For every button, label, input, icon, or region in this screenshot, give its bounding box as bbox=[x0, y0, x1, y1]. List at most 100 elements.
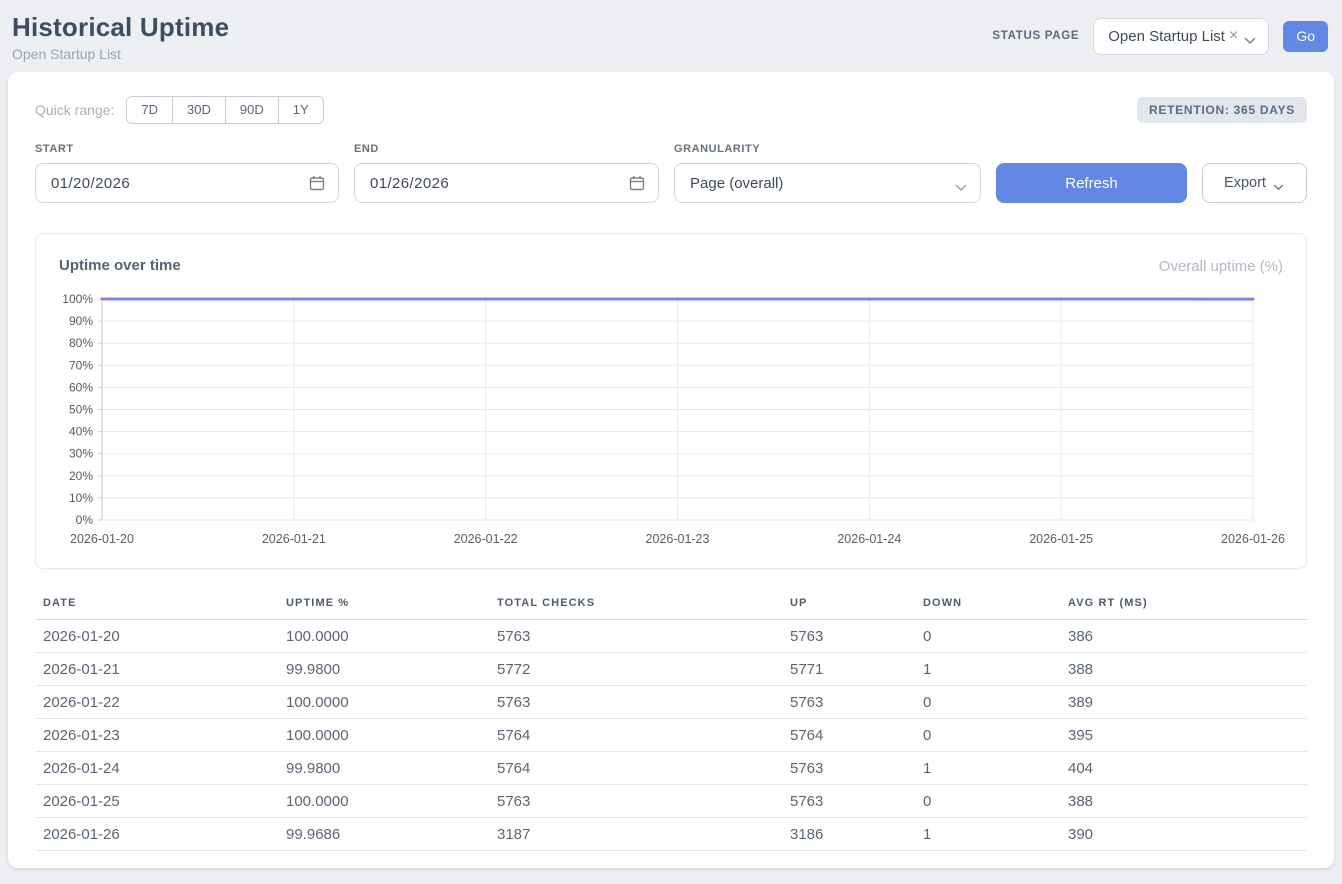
header-right: STATUS PAGE Open Startup List × Go bbox=[992, 18, 1328, 55]
svg-text:100%: 100% bbox=[62, 292, 93, 306]
main-card: Quick range: 7D 30D 90D 1Y RETENTION: 36… bbox=[8, 72, 1334, 868]
table-cell: 386 bbox=[1060, 620, 1307, 653]
chart-title: Uptime over time bbox=[36, 256, 1306, 276]
chart-legend: Overall uptime (%) bbox=[1159, 258, 1283, 275]
retention-badge: RETENTION: 365 DAYS bbox=[1137, 97, 1307, 123]
granularity-selected-value: Page (overall) bbox=[690, 175, 783, 192]
svg-text:10%: 10% bbox=[69, 491, 93, 505]
table-cell: 100.0000 bbox=[278, 620, 489, 653]
go-button[interactable]: Go bbox=[1283, 21, 1328, 52]
export-button-label: Export bbox=[1224, 175, 1266, 191]
svg-text:60%: 60% bbox=[69, 380, 93, 394]
svg-text:2026-01-23: 2026-01-23 bbox=[646, 532, 710, 546]
uptime-table: DATEUPTIME %TOTAL CHECKSUPDOWNAVG RT (MS… bbox=[35, 591, 1307, 851]
granularity-label: GRANULARITY bbox=[674, 143, 981, 155]
table-cell: 389 bbox=[1060, 686, 1307, 719]
table-cell: 0 bbox=[915, 620, 1060, 653]
table-row: 2026-01-2199.9800577257711388 bbox=[35, 653, 1307, 686]
table-cell: 5764 bbox=[489, 752, 782, 785]
granularity-select[interactable]: Page (overall) bbox=[674, 163, 981, 203]
uptime-table-body: 2026-01-20100.00005763576303862026-01-21… bbox=[35, 620, 1307, 851]
table-cell: 390 bbox=[1060, 818, 1307, 851]
table-cell: 5763 bbox=[489, 785, 782, 818]
quick-range-row: Quick range: 7D 30D 90D 1Y RETENTION: 36… bbox=[35, 97, 1307, 123]
table-cell: 3187 bbox=[489, 818, 782, 851]
quick-range-90d-button[interactable]: 90D bbox=[225, 97, 278, 123]
svg-text:70%: 70% bbox=[69, 358, 93, 372]
column-header: UP bbox=[782, 591, 915, 620]
table-cell: 5763 bbox=[489, 686, 782, 719]
clear-selection-icon[interactable]: × bbox=[1229, 28, 1238, 44]
table-cell: 99.9686 bbox=[278, 818, 489, 851]
title-block: Historical Uptime Open Startup List bbox=[12, 10, 229, 62]
table-cell: 5764 bbox=[782, 719, 915, 752]
table-cell: 2026-01-26 bbox=[35, 818, 278, 851]
page-title: Historical Uptime bbox=[12, 12, 229, 43]
table-cell: 388 bbox=[1060, 653, 1307, 686]
start-date-value: 01/20/2026 bbox=[51, 175, 130, 192]
quick-range-30d-button[interactable]: 30D bbox=[172, 97, 225, 123]
refresh-button[interactable]: Refresh bbox=[996, 163, 1187, 203]
svg-text:40%: 40% bbox=[69, 425, 93, 439]
uptime-table-header: DATEUPTIME %TOTAL CHECKSUPDOWNAVG RT (MS… bbox=[35, 591, 1307, 620]
quick-range-1y-button[interactable]: 1Y bbox=[278, 97, 323, 123]
chevron-down-icon bbox=[1244, 32, 1256, 40]
table-row: 2026-01-2499.9800576457631404 bbox=[35, 752, 1307, 785]
table-row: 2026-01-2699.9686318731861390 bbox=[35, 818, 1307, 851]
page-subtitle: Open Startup List bbox=[12, 46, 229, 62]
table-cell: 0 bbox=[915, 719, 1060, 752]
svg-text:20%: 20% bbox=[69, 469, 93, 483]
calendar-icon[interactable] bbox=[629, 175, 645, 191]
table-cell: 5763 bbox=[782, 620, 915, 653]
quick-range-group: 7D 30D 90D 1Y bbox=[126, 96, 323, 124]
table-cell: 2026-01-21 bbox=[35, 653, 278, 686]
start-date-label: START bbox=[35, 143, 339, 155]
uptime-chart-card: Uptime over time Overall uptime (%) 0% 10… bbox=[35, 233, 1307, 569]
table-cell: 5763 bbox=[782, 752, 915, 785]
status-page-select[interactable]: Open Startup List × bbox=[1093, 18, 1269, 55]
table-cell: 388 bbox=[1060, 785, 1307, 818]
end-date-input[interactable]: 01/26/2026 bbox=[354, 163, 659, 203]
column-header: AVG RT (MS) bbox=[1060, 591, 1307, 620]
end-date-value: 01/26/2026 bbox=[370, 175, 449, 192]
table-cell: 1 bbox=[915, 752, 1060, 785]
svg-text:2026-01-24: 2026-01-24 bbox=[837, 532, 901, 546]
table-row: 2026-01-22100.0000576357630389 bbox=[35, 686, 1307, 719]
status-page-selected-value: Open Startup List bbox=[1108, 28, 1225, 45]
export-button[interactable]: Export bbox=[1202, 163, 1307, 203]
table-cell: 100.0000 bbox=[278, 719, 489, 752]
table-cell: 100.0000 bbox=[278, 785, 489, 818]
table-cell: 395 bbox=[1060, 719, 1307, 752]
table-row: 2026-01-20100.0000576357630386 bbox=[35, 620, 1307, 653]
column-header: DATE bbox=[35, 591, 278, 620]
quick-range-label: Quick range: bbox=[35, 102, 114, 118]
table-cell: 0 bbox=[915, 785, 1060, 818]
svg-text:2026-01-25: 2026-01-25 bbox=[1029, 532, 1093, 546]
table-cell: 1 bbox=[915, 818, 1060, 851]
end-date-field: END 01/26/2026 bbox=[354, 143, 659, 203]
quick-range-7d-button[interactable]: 7D bbox=[127, 97, 172, 123]
svg-text:2026-01-26: 2026-01-26 bbox=[1221, 532, 1285, 546]
calendar-icon[interactable] bbox=[309, 175, 325, 191]
chevron-down-icon bbox=[1273, 179, 1285, 187]
top-header: Historical Uptime Open Startup List STAT… bbox=[0, 0, 1342, 72]
svg-text:2026-01-20: 2026-01-20 bbox=[70, 532, 134, 546]
table-cell: 1 bbox=[915, 653, 1060, 686]
start-date-input[interactable]: 01/20/2026 bbox=[35, 163, 339, 203]
table-cell: 3186 bbox=[782, 818, 915, 851]
chart-area: 0%10%20%30%40%50%60%70%80%90%100%2026-01… bbox=[36, 290, 1306, 557]
table-cell: 404 bbox=[1060, 752, 1307, 785]
table-cell: 2026-01-25 bbox=[35, 785, 278, 818]
table-cell: 2026-01-24 bbox=[35, 752, 278, 785]
column-header: UPTIME % bbox=[278, 591, 489, 620]
granularity-field: GRANULARITY Page (overall) bbox=[674, 143, 981, 203]
column-header: TOTAL CHECKS bbox=[489, 591, 782, 620]
uptime-line-chart: 0%10%20%30%40%50%60%70%80%90%100%2026-01… bbox=[36, 290, 1308, 552]
table-cell: 100.0000 bbox=[278, 686, 489, 719]
svg-text:50%: 50% bbox=[69, 403, 93, 417]
svg-text:0%: 0% bbox=[76, 513, 94, 527]
table-cell: 99.9800 bbox=[278, 653, 489, 686]
svg-text:90%: 90% bbox=[69, 314, 93, 328]
table-cell: 5772 bbox=[489, 653, 782, 686]
status-page-label: STATUS PAGE bbox=[992, 30, 1079, 42]
